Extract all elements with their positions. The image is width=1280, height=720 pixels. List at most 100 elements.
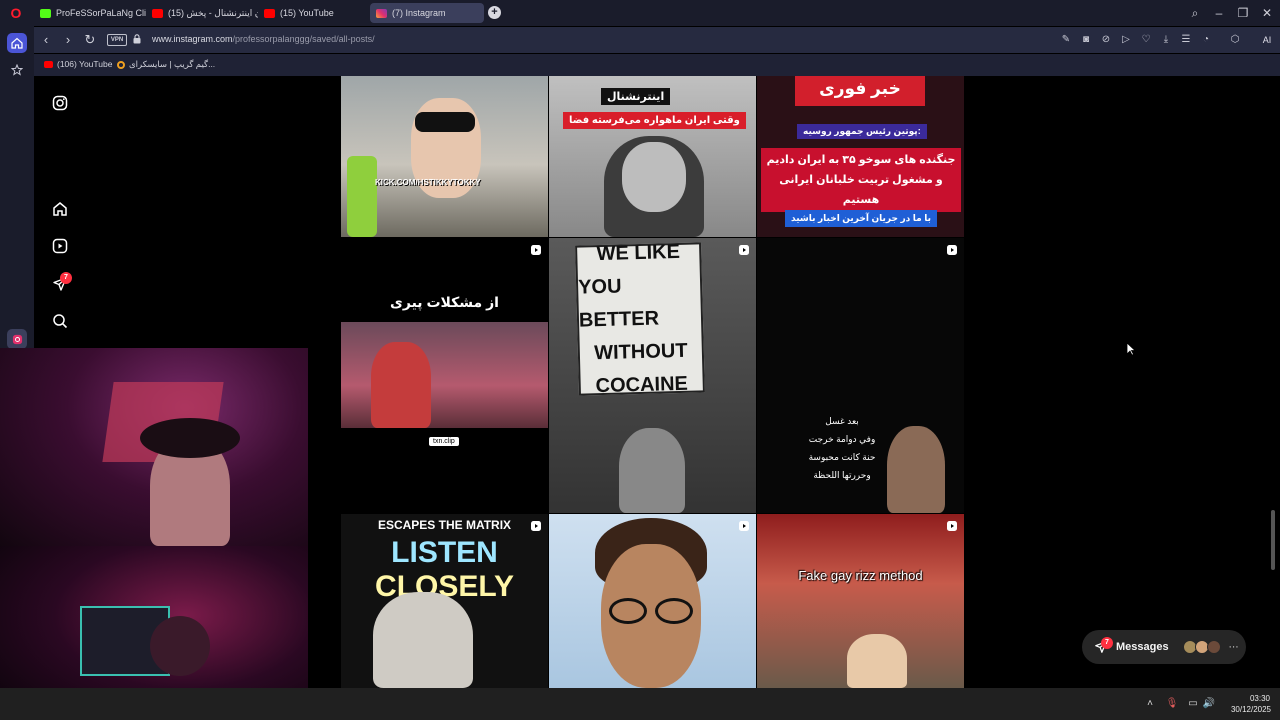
- gamegrip-icon: [117, 60, 125, 69]
- streamer-hair-graphic: [140, 418, 240, 458]
- search-tabs-icon[interactable]: ⌕: [1187, 5, 1203, 21]
- post-7-caption-top: ESCAPES THE MATRIX: [377, 518, 512, 532]
- post-9-caption: Fake gay rizz method: [798, 568, 923, 583]
- saved-post-9[interactable]: Fake gay rizz method: [757, 514, 964, 688]
- url-host: www.instagram.com: [152, 34, 233, 44]
- url-field[interactable]: www.instagram.com/professorpalanggg/save…: [152, 34, 375, 44]
- reel-icon: [531, 245, 541, 255]
- new-tab-button[interactable]: +: [488, 6, 501, 19]
- aria-ai-button[interactable]: AI: [1254, 31, 1280, 49]
- bookmark-youtube[interactable]: (106) YouTube: [44, 59, 112, 69]
- reel-icon: [947, 521, 957, 531]
- volume-icon[interactable]: 🔊: [1202, 697, 1216, 711]
- microphone-icon[interactable]: 🎙: [1165, 697, 1179, 711]
- sidebar-home-icon[interactable]: [7, 33, 27, 53]
- old-man-face-graphic: [373, 592, 473, 688]
- post-4-caption: از مشکلات پیری: [390, 294, 499, 310]
- home-icon[interactable]: [50, 199, 70, 219]
- vpn-badge[interactable]: VPN: [107, 34, 127, 46]
- saved-post-8[interactable]: [549, 514, 756, 688]
- saved-post-3[interactable]: خبر فوری پوتین رئیس جمهور روسیه: جنگنده …: [757, 76, 964, 237]
- saved-post-1[interactable]: KICK.COM/HSTIKKYTOKKY: [341, 76, 548, 237]
- network-icon[interactable]: ▭: [1186, 697, 1200, 711]
- bookmark-gamegrip[interactable]: گیم گریپ | سایسکرای...: [117, 59, 215, 70]
- heart-icon[interactable]: ♡: [1139, 33, 1153, 47]
- instagram-icon: [376, 8, 387, 18]
- close-window-button[interactable]: ✕: [1259, 5, 1275, 21]
- adblock-icon[interactable]: ⊘: [1099, 33, 1113, 47]
- clock-time[interactable]: 03:30: [1240, 694, 1280, 703]
- page-scrollbar[interactable]: [1271, 510, 1275, 570]
- post-1-caption: KICK.COM/HSTIKKYTOKKY: [375, 178, 481, 187]
- youtube-icon: [264, 8, 275, 18]
- clock-date[interactable]: 30/12/2025: [1222, 705, 1280, 714]
- puppet-glasses-right: [655, 598, 693, 624]
- youtube-icon: [44, 60, 53, 68]
- lock-icon: [133, 34, 141, 44]
- tab-kick-clips[interactable]: ProFeSSorPaLaNg Clips -: [34, 3, 146, 23]
- celery-graphic: [347, 156, 377, 237]
- saved-post-2[interactable]: اینترنشنال وقتی ایران ماهواره می‌فرسته ف…: [549, 76, 756, 237]
- post-3-footer: با ما در جریان آخرین اخبار باشید: [785, 210, 937, 227]
- reload-button[interactable]: ↻: [82, 32, 98, 48]
- person-graphic: [150, 616, 210, 676]
- aria-ai-label: AI: [1262, 35, 1272, 45]
- sign-line-2: YOU BETTER: [577, 274, 660, 332]
- post-3-subhead: پوتین رئیس جمهور روسیه:: [797, 124, 927, 139]
- reel-icon: [947, 245, 957, 255]
- reels-icon[interactable]: [50, 236, 70, 256]
- tab-title: (7) Instagram: [392, 8, 446, 18]
- mouse-cursor-icon: [1126, 342, 1136, 356]
- woman-face-graphic: [847, 634, 907, 688]
- sidebar-instagram-icon[interactable]: [7, 329, 27, 349]
- tab-iran-international[interactable]: (15) ایران اینترنشنال - پخش: [146, 3, 258, 23]
- search-icon[interactable]: [50, 311, 70, 331]
- sign-line-4: COCAINE: [595, 372, 689, 397]
- opera-logo-icon[interactable]: O: [6, 5, 26, 21]
- reel-icon: [739, 245, 749, 255]
- reel-icon: [739, 521, 749, 531]
- extension-cube-icon[interactable]: ⬡: [1228, 33, 1242, 47]
- forward-button[interactable]: ›: [60, 32, 76, 48]
- profile-icon[interactable]: ◔: [1199, 33, 1213, 47]
- post-7-caption-listen: LISTEN: [391, 536, 498, 569]
- message-avatars: [1182, 640, 1221, 654]
- post-2-caption-bottom: وقتی ایران ماهواره می‌فرسته فضا: [563, 112, 746, 129]
- instagram-logo-icon[interactable]: [50, 93, 70, 113]
- download-icon[interactable]: ⤓: [1159, 33, 1173, 47]
- webcam-overlay-face: [0, 348, 308, 546]
- saved-post-5[interactable]: WE LIKE YOU BETTER WITHOUT COCAINE: [549, 238, 756, 513]
- minimize-button[interactable]: –: [1211, 5, 1227, 21]
- post-3-headline: خبر فوری: [795, 76, 925, 106]
- tab-instagram[interactable]: (7) Instagram: [370, 3, 484, 23]
- post-6-text: بعد غسل وفي دوامة خرجت حنة كانت محبوسة و…: [787, 412, 897, 484]
- youtube-icon: [152, 8, 163, 18]
- post-6-line-1: بعد غسل: [825, 416, 859, 426]
- tab-title: ProFeSSorPaLaNg Clips -: [56, 8, 146, 18]
- tab-youtube[interactable]: (15) YouTube: [258, 3, 368, 23]
- chevron-up-icon[interactable]: ˄: [1143, 697, 1157, 711]
- sign-line-3: WITHOUT: [593, 339, 688, 364]
- bookmark-label: (106) YouTube: [57, 59, 113, 69]
- sunglasses-graphic: [415, 112, 475, 132]
- post-3-body: جنگنده های سوخو ۳۵ به ایران دادیم و مشغو…: [761, 148, 961, 212]
- post-6-line-2: وفي دوامة خرجت: [808, 434, 876, 444]
- camera-icon[interactable]: ◙: [1079, 33, 1093, 47]
- player-icon[interactable]: ▷: [1119, 33, 1133, 47]
- man-face-graphic: [887, 426, 945, 513]
- sidebar-star-icon[interactable]: [7, 60, 27, 80]
- snapshot-edit-icon[interactable]: ✎: [1059, 33, 1073, 47]
- post-4-image: [341, 322, 548, 428]
- saved-post-7[interactable]: ESCAPES THE MATRIX LISTEN CLOSELY: [341, 514, 548, 688]
- tab-title: (15) ایران اینترنشنال - پخش: [168, 7, 258, 18]
- post-6-line-3: حنة كانت محبوسة: [808, 452, 876, 462]
- back-button[interactable]: ‹: [38, 32, 54, 48]
- messages-label: Messages: [1116, 641, 1169, 653]
- menu-icon[interactable]: ☰: [1179, 33, 1193, 47]
- kick-icon: [40, 8, 51, 18]
- saved-post-4[interactable]: از مشکلات پیری txn.clip: [341, 238, 548, 513]
- notification-badge: 7: [60, 272, 72, 284]
- crowd-person-graphic: [619, 428, 685, 513]
- saved-post-6[interactable]: بعد غسل وفي دوامة خرجت حنة كانت محبوسة و…: [757, 238, 964, 513]
- maximize-button[interactable]: ❐: [1235, 5, 1251, 21]
